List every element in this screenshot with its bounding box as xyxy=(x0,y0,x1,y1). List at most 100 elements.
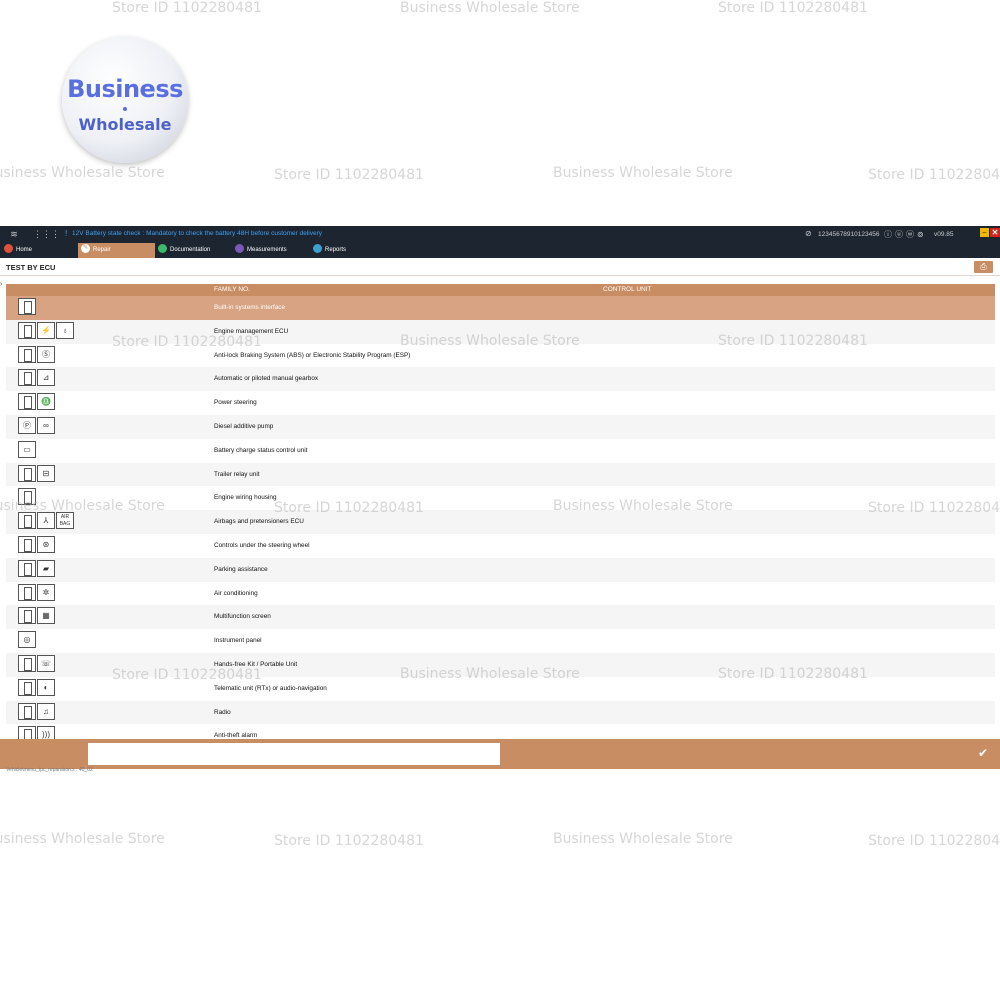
tab-home[interactable]: Home xyxy=(0,243,72,258)
ecu-family-icons: ⊿ xyxy=(18,369,56,388)
ecu-function-icon: ⚡ xyxy=(37,321,55,339)
confirm-button[interactable]: ✔ xyxy=(973,743,993,763)
ecu-family-icons: Ⓟ ∞ xyxy=(18,416,56,436)
gauge-icon xyxy=(235,243,244,253)
ecu-function-icon: ⊛ xyxy=(37,535,55,553)
page-title: TEST BY ECU xyxy=(6,263,56,272)
watermark-text: Store ID 1102280481 xyxy=(274,500,424,516)
table-row[interactable]: ▭ Battery charge status control unit xyxy=(6,438,995,463)
table-header: FAMILY NO. CONTROL UNIT xyxy=(6,284,995,296)
info-alert-icon: ! xyxy=(65,229,68,238)
control-unit-label: Built-in systems interface xyxy=(214,304,286,311)
bottom-action-bar: ✔ xyxy=(0,739,1000,769)
battery-alert-message[interactable]: 12V Battery state check : Mandatory to c… xyxy=(72,230,322,237)
watermark-text: Store ID 1102280481 xyxy=(112,0,262,16)
minimize-button[interactable]: – xyxy=(980,228,989,237)
table-row[interactable]: ♎ Power steering xyxy=(6,391,995,415)
control-unit-label: Instrument panel xyxy=(214,637,262,645)
logo-text-wholesale: Wholesale xyxy=(78,115,172,134)
ecu-function-icon: ▰ xyxy=(37,559,55,577)
book-icon xyxy=(158,243,167,253)
tab-documentation[interactable]: Documentation xyxy=(158,243,230,258)
column-header-control-unit: CONTROL UNIT xyxy=(603,286,652,293)
wrench-icon: ✎ xyxy=(81,243,90,253)
print-button[interactable]: ⎙ xyxy=(974,261,993,273)
ecu-family-icons: ▦ xyxy=(18,607,56,626)
ecu-chip-icon xyxy=(18,559,36,577)
control-unit-label: Engine wiring housing xyxy=(214,494,277,502)
table-row[interactable]: ▦ Multifunction screen xyxy=(6,605,995,630)
ecu-chip-icon xyxy=(18,702,36,720)
watermark-text: Store ID 1102280481 xyxy=(718,666,868,682)
control-unit-label: Trailer relay unit xyxy=(214,470,260,478)
table-row[interactable]: Built-in systems interface xyxy=(6,296,995,320)
script-status-line: Vehicle\menu_tpc_reparation.s : 40_02 xyxy=(6,767,93,773)
ecu-chip-icon xyxy=(18,583,36,601)
ecu-chip-icon xyxy=(18,369,36,387)
watermark-text: Business Wholesale Store xyxy=(0,831,165,847)
control-unit-label: Battery charge status control unit xyxy=(214,446,308,454)
watermark-text: Store ID 1102280481 xyxy=(868,500,1000,516)
tab-reports[interactable]: Reports xyxy=(313,243,385,258)
ecu-chip-icon xyxy=(18,535,36,553)
user-icon[interactable]: ⓤ xyxy=(895,230,906,239)
ecu-function-icon: ▦ xyxy=(37,607,55,625)
watermark-text: Business Wholesale Store xyxy=(553,498,733,514)
watermark-text: Business Wholesale Store xyxy=(0,165,165,181)
wifi-icon[interactable]: ⓦ xyxy=(906,230,917,239)
expand-panel-icon[interactable]: › xyxy=(0,281,2,288)
app-grid-icon[interactable]: ⋮⋮⋮ xyxy=(33,229,60,240)
ecu-chip-icon xyxy=(18,654,36,672)
help-icon[interactable]: ⓘ xyxy=(884,230,895,239)
ecu-chip-icon xyxy=(18,393,36,411)
table-row[interactable]: ⊛ Controls under the steering wheel xyxy=(6,533,995,558)
watermark-text: Store ID 1102280481 xyxy=(274,833,424,849)
ecu-family-icons: ✲ xyxy=(18,583,56,603)
watermark-text: Store ID 1102280481 xyxy=(274,167,424,183)
checkmark-icon: ✔ xyxy=(977,746,989,760)
control-unit-label: Diesel additive pump xyxy=(214,422,274,430)
ecu-function-icon: ⅄ xyxy=(37,512,55,530)
watermark-text: Business Wholesale Store xyxy=(553,165,733,181)
toolbar-icons[interactable]: ⓘⓤⓦ⊚ xyxy=(884,229,927,240)
watermark-text: Business Wholesale Store xyxy=(400,666,580,682)
watermark-text: Business Wholesale Store xyxy=(0,498,165,514)
table-row[interactable]: ✲ Air conditioning xyxy=(6,581,995,606)
ecu-family-icons: ⚡ ♁ xyxy=(18,321,75,341)
settings-icon[interactable]: ⊚ xyxy=(917,230,927,239)
ecu-chip-icon xyxy=(18,298,36,315)
control-unit-label: Controls under the steering wheel xyxy=(214,541,310,549)
ecu-family-icons: Ⓢ xyxy=(18,345,56,365)
table-row[interactable]: ⊟ Trailer relay unit xyxy=(6,462,995,487)
store-logo: Business Wholesale xyxy=(62,37,188,163)
ecu-function-icon: ✲ xyxy=(37,583,55,601)
ecu-family-icons: ⊟ xyxy=(18,464,56,484)
table-row[interactable]: ▰ Parking assistance xyxy=(6,557,995,582)
tab-repair[interactable]: ✎ Repair xyxy=(78,243,155,258)
table-row[interactable]: ♫ Radio xyxy=(6,700,995,725)
control-unit-label: Automatic or piloted manual gearbox xyxy=(214,375,319,383)
tab-measurements[interactable]: Measurements xyxy=(235,243,311,258)
control-unit-label: Air conditioning xyxy=(214,589,258,597)
table-row[interactable]: ◎ Instrument panel xyxy=(6,629,995,653)
ecu-function-icon: ◐ xyxy=(37,678,55,696)
ecu-chip-icon xyxy=(18,512,36,530)
control-unit-label: Airbags and pretensioners ECU xyxy=(214,518,304,526)
ecu-function-icon: ⊿ xyxy=(37,369,55,387)
ecu-family-icons: ◎ xyxy=(18,631,37,650)
ecu-function-icon: AIR BAG xyxy=(56,512,74,530)
logo-text-business: Business xyxy=(67,75,183,103)
table-row[interactable]: Ⓟ ∞ Diesel additive pump xyxy=(6,414,995,439)
ecu-chip-icon xyxy=(18,321,36,339)
printer-icon: ⎙ xyxy=(980,262,987,271)
watermark-text: Store ID 1102280481 xyxy=(112,334,262,350)
watermark-text: Business Wholesale Store xyxy=(553,831,733,847)
watermark-text: Business Wholesale Store xyxy=(400,0,580,16)
watermark-text: Store ID 1102280481 xyxy=(718,0,868,16)
ecu-chip-icon xyxy=(18,678,36,696)
ecu-family-icons: ▭ xyxy=(18,440,37,460)
footer-text-field[interactable] xyxy=(88,743,500,765)
citroen-logo-icon: ≋ xyxy=(10,229,18,239)
close-button[interactable]: ✕ xyxy=(990,228,1000,237)
table-row[interactable]: ⊿ Automatic or piloted manual gearbox xyxy=(6,367,995,392)
